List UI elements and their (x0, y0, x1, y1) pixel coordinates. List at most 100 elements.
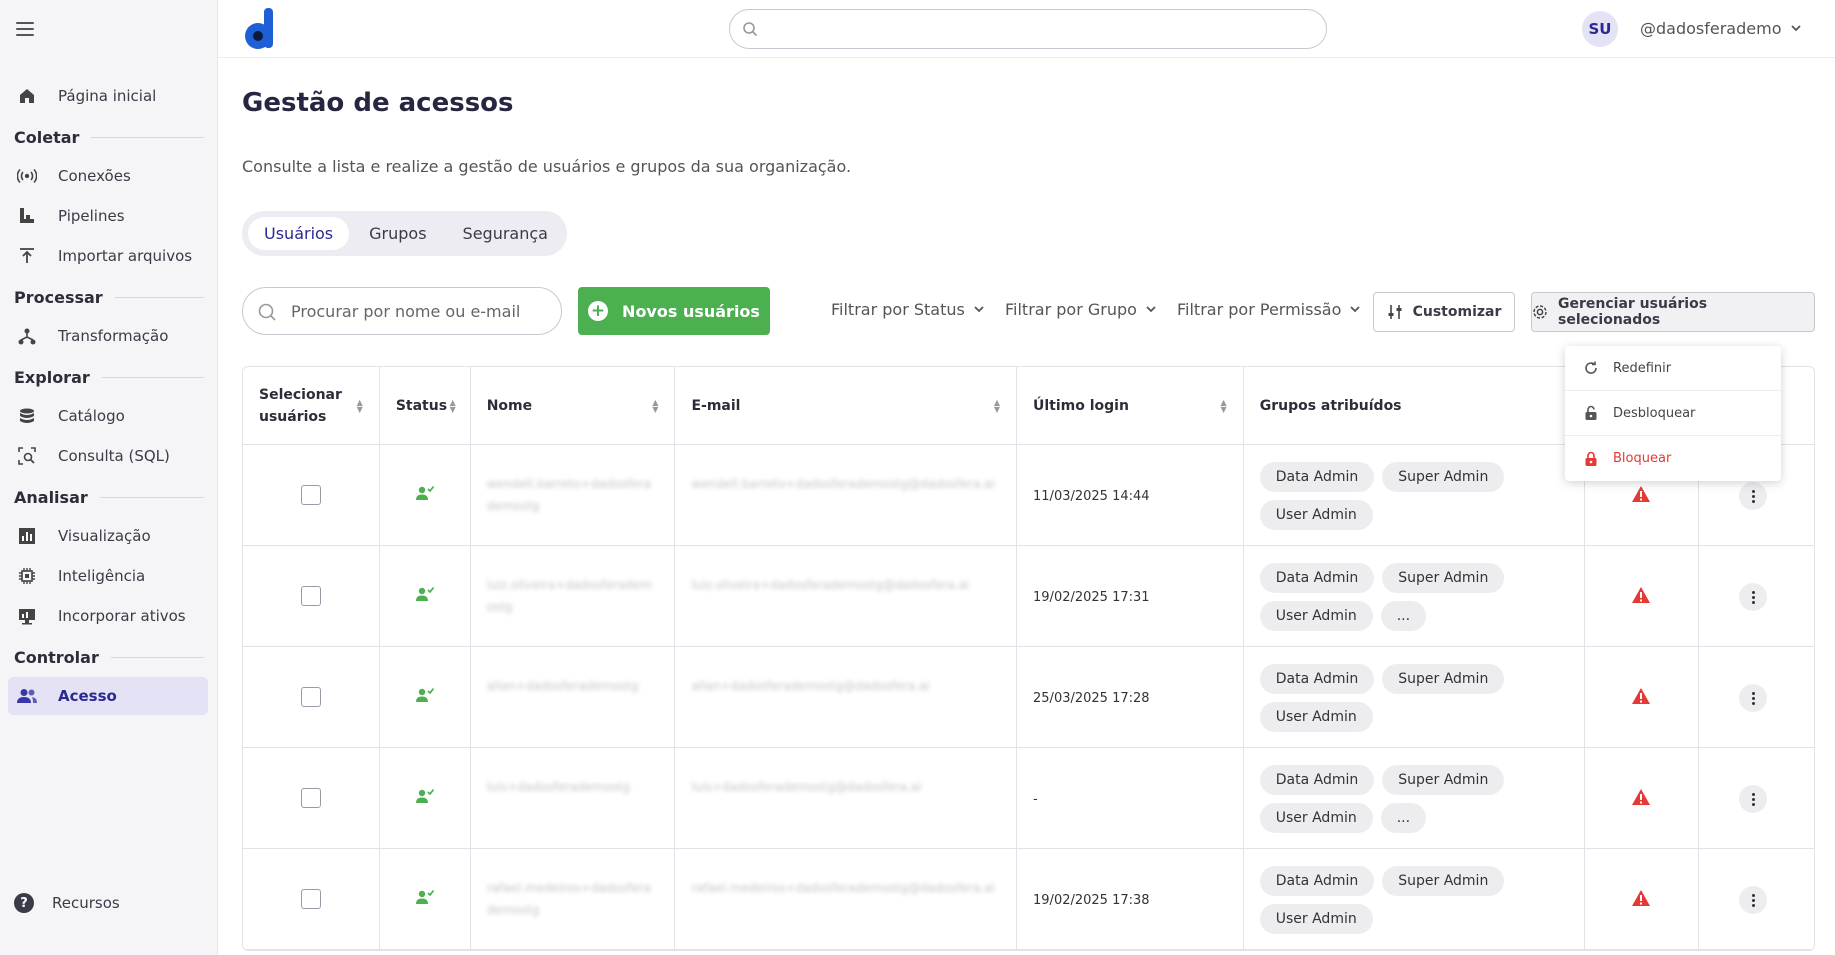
column-header-name[interactable]: Nome ▲ ▼ (471, 367, 676, 444)
menu-item-desbloquear[interactable]: Desbloquear (1565, 391, 1781, 436)
name-cell: wendell.barreto+dadosferademostg (471, 445, 676, 545)
group-chips: Data Admin Super Admin User Admin... (1259, 563, 1575, 639)
filter-label: Filtrar por Permissão (1177, 300, 1342, 319)
last-login-cell: 19/02/2025 17:38 (1017, 849, 1244, 949)
new-users-button[interactable]: + Novos usuários (578, 287, 770, 335)
warning-icon[interactable] (1631, 687, 1651, 709)
sidebar-item-acesso[interactable]: Acesso (8, 677, 208, 715)
user-name: allan+dadosferademostg (486, 679, 639, 693)
unlock-icon (1583, 405, 1599, 421)
column-header-last-login[interactable]: Último login ▲ ▼ (1017, 367, 1244, 444)
column-header-select[interactable]: Selecionar usuários ▲ ▼ (243, 367, 380, 444)
last-login: 11/03/2025 14:44 (1033, 489, 1150, 504)
sidebar-section-heading: Coletar (8, 117, 208, 157)
tab-grupos[interactable]: Grupos (353, 217, 442, 250)
filter-label: Filtrar por Grupo (1005, 300, 1137, 319)
name-cell: rafael.medeiros+dadosferademostg (471, 849, 676, 949)
group-chip[interactable]: ... (1380, 803, 1427, 833)
tab-seguranca[interactable]: Segurança (447, 217, 564, 250)
username[interactable]: @dadosferademo (1640, 19, 1781, 38)
menu-item-redefinir[interactable]: Redefinir (1565, 346, 1781, 391)
filter-permission-dropdown[interactable]: Filtrar por Permissão (1177, 300, 1361, 319)
warning-icon[interactable] (1631, 889, 1651, 911)
warning-icon[interactable] (1631, 788, 1651, 810)
sidebar-item-p-gina-inicial[interactable]: Página inicial (8, 77, 208, 115)
search-input[interactable] (291, 288, 551, 334)
row-checkbox[interactable] (301, 788, 321, 808)
refresh-icon (1583, 361, 1599, 375)
row-checkbox[interactable] (301, 586, 321, 606)
avatar[interactable]: SU (1582, 11, 1618, 47)
sidebar-item-intelig-ncia[interactable]: Inteligência (8, 557, 208, 595)
sort-icon: ▲ ▼ (993, 398, 1000, 414)
filter-status-dropdown[interactable]: Filtrar por Status (831, 300, 985, 319)
email-cell: luis+dadosferademostg@dadosfera.ai (675, 748, 1018, 848)
user-search (242, 287, 562, 335)
sidebar-item-pipelines[interactable]: Pipelines (8, 197, 208, 235)
sidebar-section-heading: Processar (8, 277, 208, 317)
tab-usuarios[interactable]: Usuários (248, 217, 350, 250)
logo[interactable] (242, 6, 278, 52)
user-name: luis+dadosferademostg (486, 780, 630, 794)
alert-cell (1585, 546, 1700, 646)
filter-group-dropdown[interactable]: Filtrar por Grupo (1005, 300, 1157, 319)
sidebar-item-incorporar-ativos[interactable]: Incorporar ativos (8, 597, 208, 635)
more-actions-icon[interactable] (1739, 684, 1768, 712)
sidebar-item-recursos[interactable]: ? Recursos (14, 893, 120, 913)
warning-icon[interactable] (1631, 586, 1651, 608)
row-checkbox[interactable] (301, 889, 321, 909)
more-actions-icon[interactable] (1739, 785, 1768, 813)
sidebar-item-importar-arquivos[interactable]: Importar arquivos (8, 237, 208, 275)
group-chip: Super Admin (1382, 563, 1505, 593)
sidebar-section-heading: Controlar (8, 637, 208, 677)
last-login-cell: - (1017, 748, 1244, 848)
sidebar-item-consulta-sql[interactable]: Consulta (SQL) (8, 437, 208, 475)
sidebar-item-visualiza-o[interactable]: Visualização (8, 517, 208, 555)
row-checkbox[interactable] (301, 687, 321, 707)
users-icon (16, 687, 38, 705)
more-actions-icon[interactable] (1739, 482, 1768, 510)
groups-cell: Data Admin Super Admin User Admin (1244, 849, 1586, 949)
group-chip: User Admin (1259, 500, 1373, 530)
row-checkbox[interactable] (301, 485, 321, 505)
filter-label: Filtrar por Status (831, 300, 965, 319)
more-actions-icon[interactable] (1739, 886, 1768, 914)
global-search-input[interactable] (729, 9, 1327, 49)
pipelines-icon (16, 207, 38, 225)
name-cell: allan+dadosferademostg (471, 647, 676, 747)
sidebar-item-transforma-o[interactable]: Transformação (8, 317, 208, 355)
sidebar-item-cat-logo[interactable]: Catálogo (8, 397, 208, 435)
column-header-email[interactable]: E-mail ▲ ▼ (675, 367, 1017, 444)
actions-cell (1699, 849, 1814, 949)
menu-item-bloquear[interactable]: Bloquear (1565, 436, 1781, 481)
connections-icon (16, 167, 38, 185)
group-chips: Data Admin Super Admin User Admin... (1259, 765, 1575, 841)
sort-icon: ▲ ▼ (1220, 398, 1227, 414)
groups-cell: Data Admin Super Admin User Admin... (1244, 748, 1586, 848)
chevron-down-icon[interactable] (1789, 20, 1803, 39)
manage-selected-users-button[interactable]: Gerenciar usuários selecionados (1531, 292, 1815, 332)
user-email: rafael.medeiros+dadosferademostg@dadosfe… (691, 881, 995, 895)
table-row: luis+dadosferademostg luis+dadosferademos… (243, 748, 1814, 849)
menu-icon[interactable] (16, 22, 34, 36)
chip-icon (16, 567, 38, 585)
group-chips: Data Admin Super Admin User Admin (1259, 664, 1575, 740)
column-header-status[interactable]: Status ▲ ▼ (380, 367, 471, 444)
table-row: luiz.oliveira+dadosferademostg luiz.olive… (243, 546, 1814, 647)
sidebar-section-heading: Explorar (8, 357, 208, 397)
page-subtitle: Consulte a lista e realize a gestão de u… (242, 157, 852, 176)
sidebar-item-conex-es[interactable]: Conexões (8, 157, 208, 195)
warning-icon[interactable] (1631, 485, 1651, 507)
more-actions-icon[interactable] (1739, 583, 1768, 611)
customize-button[interactable]: Customizar (1373, 292, 1515, 332)
group-chip[interactable]: ... (1380, 601, 1427, 631)
manage-label: Gerenciar usuários selecionados (1558, 296, 1708, 328)
user-name: rafael.medeiros+dadosferademostg (486, 881, 651, 917)
select-cell (243, 849, 380, 949)
column-header-groups: Grupos atribuídos (1244, 367, 1586, 444)
status-cell (380, 445, 471, 545)
group-chip: Data Admin (1259, 563, 1375, 593)
group-chip: Data Admin (1259, 866, 1375, 896)
chevron-down-icon (1145, 300, 1157, 319)
sidebar-item-label: Conexões (58, 167, 131, 185)
